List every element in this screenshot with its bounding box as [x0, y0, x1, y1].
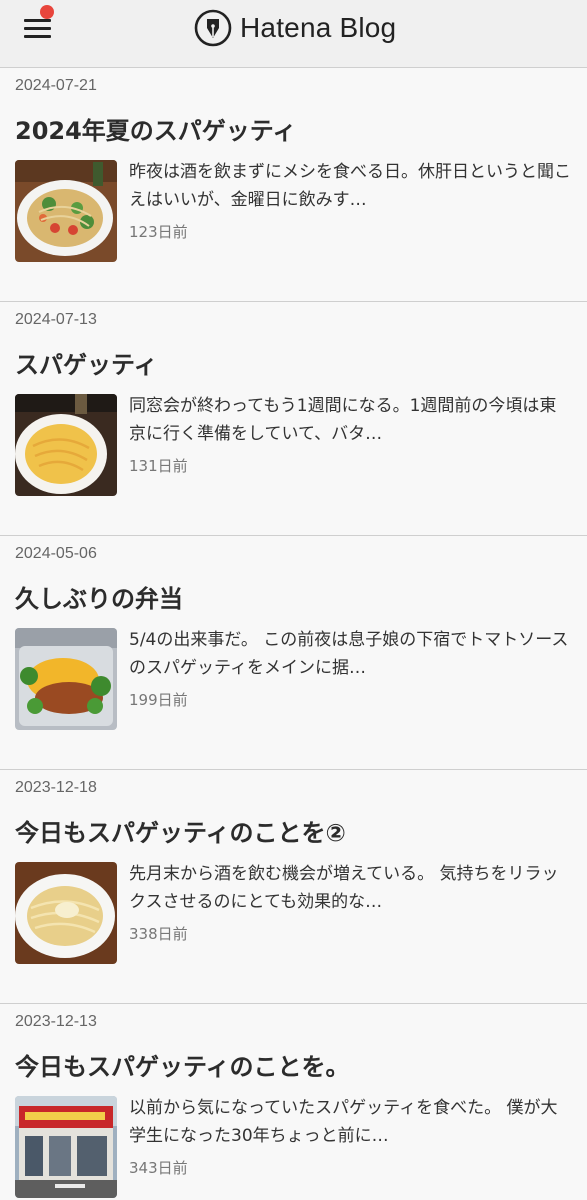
entry-date: 2023-12-18	[15, 779, 97, 796]
entry-card[interactable]: 2024-07-13 スパゲッティ 同窓会が終わってもう1週間になる。1週間前の…	[0, 302, 587, 536]
entry-relative-time: 338日前	[129, 925, 188, 943]
entry-title[interactable]: 久しぶりの弁当	[15, 579, 183, 614]
omelette-bento-photo-icon	[15, 628, 117, 730]
notification-badge	[40, 5, 54, 19]
entry-date: 2023-12-13	[15, 1013, 97, 1030]
entry-excerpt: 5/4の出来事だ。 この前夜は息子娘の下宿でトマトソースのスパゲッティをメインに…	[129, 630, 569, 678]
entry-title[interactable]: 今日もスパゲッティのことを。	[15, 1047, 350, 1082]
menu-icon-bar	[24, 19, 51, 22]
entry-title[interactable]: スパゲッティ	[15, 345, 158, 380]
app-header: Hatena Blog	[0, 0, 587, 68]
restaurant-storefront-photo-icon	[15, 1096, 117, 1198]
entry-relative-time: 343日前	[129, 1159, 188, 1177]
entry-thumbnail[interactable]	[15, 628, 117, 730]
entry-date: 2024-07-21	[15, 77, 97, 94]
entry-card[interactable]: 2024-05-06 久しぶりの弁当 5/4の出来事だ。 この前夜は息子娘の下宿…	[0, 536, 587, 770]
entry-excerpt: 同窓会が終わってもう1週間になる。1週間前の今頃は東京に行く準備をしていて、バタ…	[129, 396, 557, 444]
entry-excerpt: 先月末から酒を飲む機会が増えている。 気持ちをリラックスさせるのにとても効果的な…	[129, 864, 559, 912]
entry-thumbnail[interactable]	[15, 394, 117, 496]
entry-relative-time: 131日前	[129, 457, 188, 475]
entry-title[interactable]: 2024年夏のスパゲッティ	[15, 111, 296, 146]
brand-name: Hatena Blog	[240, 12, 397, 43]
entry-card[interactable]: 2023-12-18 今日もスパゲッティのことを② 先月末から酒を飲む機会が増え…	[0, 770, 587, 1004]
entry-date: 2024-07-13	[15, 311, 97, 328]
entry-excerpt: 以前から気になっていたスパゲッティを食べた。 僕が大学生になった30年ちょっと前…	[129, 1098, 558, 1146]
entry-thumbnail[interactable]	[15, 862, 117, 964]
brand[interactable]: Hatena Blog	[194, 9, 396, 47]
entry-excerpt: 昨夜は酒を飲まずにメシを食べる日。休肝日というと聞こえはいいが、金曜日に飲みす…	[129, 162, 571, 210]
entry-card[interactable]: 2023-12-13 今日もスパゲッティのことを。 以前から気になっていたスパゲ…	[0, 1004, 587, 1200]
pasta-with-vegetables-photo-icon	[15, 160, 117, 262]
entry-thumbnail[interactable]	[15, 160, 117, 262]
menu-icon-bar	[24, 35, 51, 38]
entry-title[interactable]: 今日もスパゲッティのことを②	[15, 813, 346, 848]
hamburger-menu-button[interactable]	[24, 17, 52, 41]
hatena-pen-logo-icon	[194, 9, 232, 47]
entry-card[interactable]: 2024-07-21 2024年夏のスパゲッティ 昨夜は酒を飲まずにメシを食べる…	[0, 68, 587, 302]
menu-icon-bar	[24, 27, 51, 30]
entry-relative-time: 199日前	[129, 691, 188, 709]
entry-list: 2024-07-21 2024年夏のスパゲッティ 昨夜は酒を飲まずにメシを食べる…	[0, 68, 587, 1200]
entry-thumbnail[interactable]	[15, 1096, 117, 1198]
entry-date: 2024-05-06	[15, 545, 97, 562]
cream-pasta-photo-icon	[15, 394, 117, 496]
entry-relative-time: 123日前	[129, 223, 188, 241]
cheese-pasta-photo-icon	[15, 862, 117, 964]
